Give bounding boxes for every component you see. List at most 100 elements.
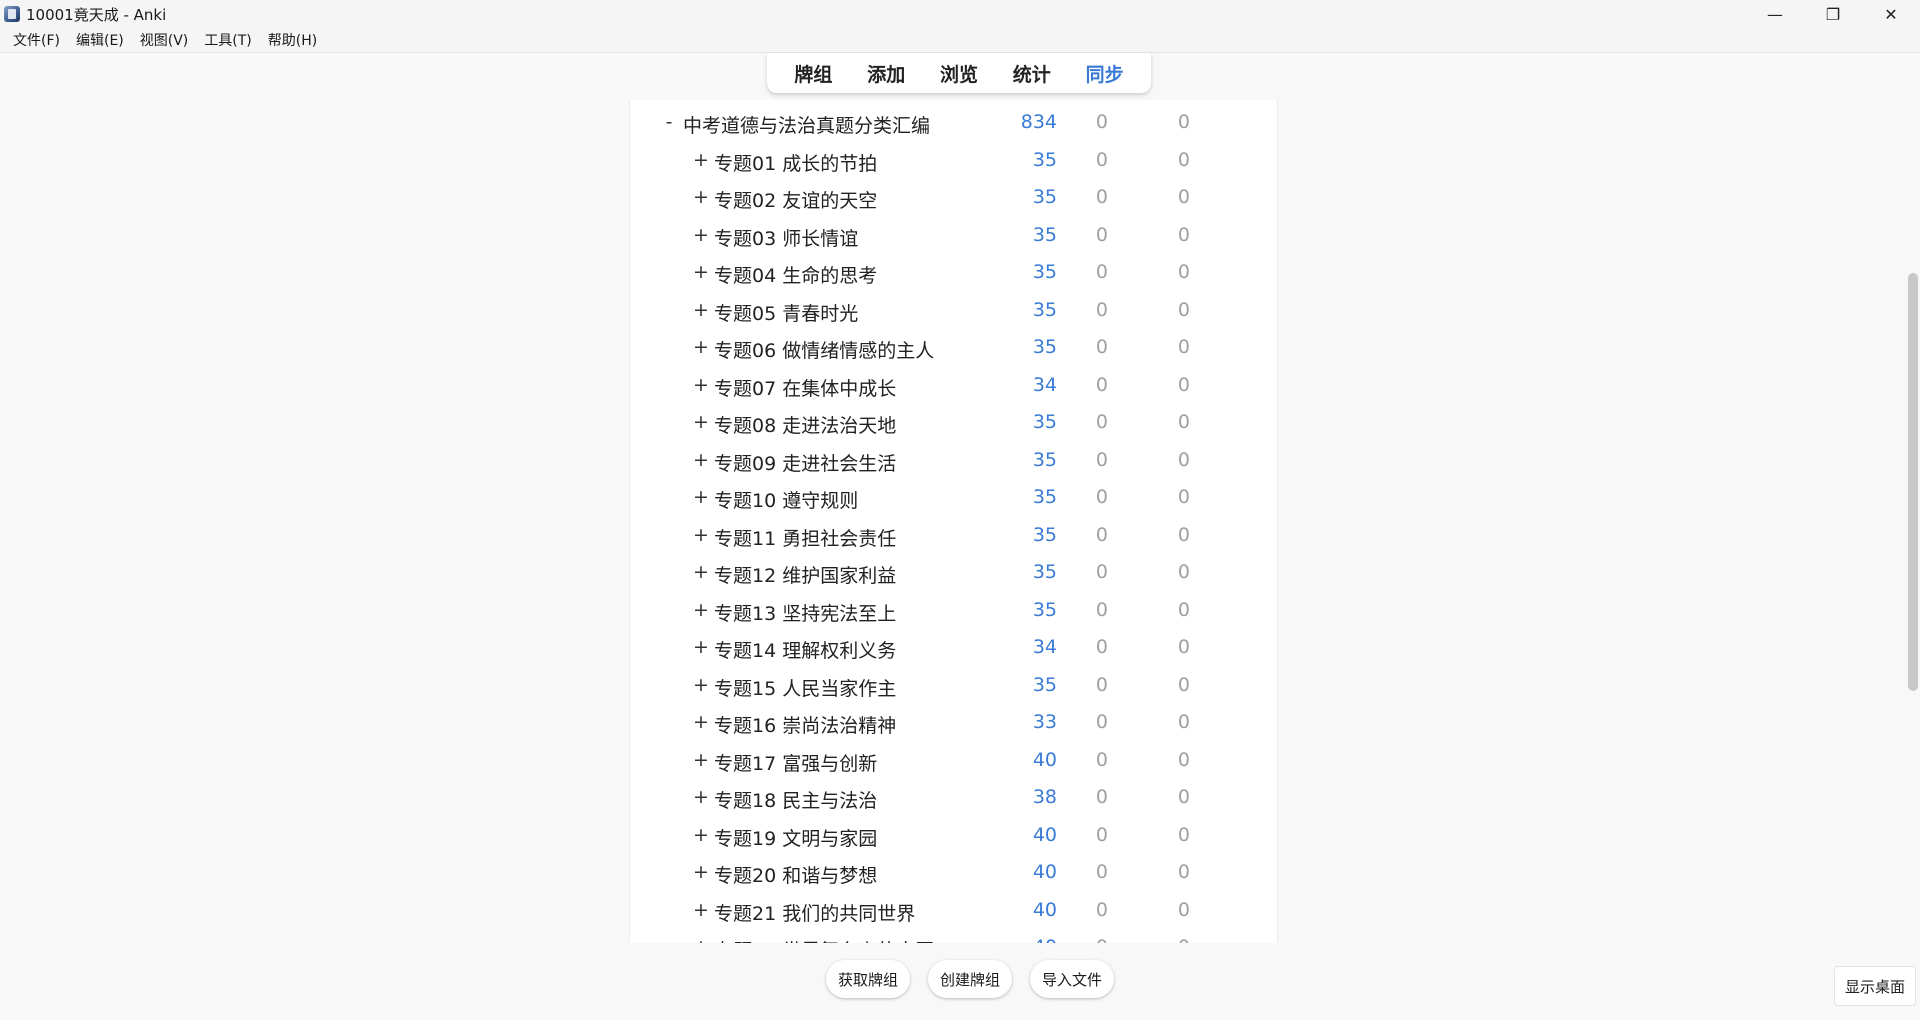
- deck-name[interactable]: 专题21 我们的共同世界: [714, 899, 915, 926]
- expand-toggle[interactable]: +: [693, 599, 709, 621]
- expand-toggle[interactable]: +: [693, 261, 709, 283]
- deck-name[interactable]: 专题13 坚持宪法至上: [714, 599, 896, 626]
- expand-toggle[interactable]: +: [693, 449, 709, 471]
- deck-name[interactable]: 专题22 世界舞台上的中国: [714, 936, 934, 943]
- deck-new-count: 0: [1095, 748, 1108, 771]
- menu-edit[interactable]: 编辑(E): [76, 30, 124, 50]
- deck-row[interactable]: + 专题16 崇尚法治精神 33 0 0: [630, 711, 1277, 749]
- restore-icon[interactable]: ❐: [1804, 0, 1862, 28]
- menu-bar: 文件(F) 编辑(E) 视图(V) 工具(T) 帮助(H): [0, 28, 1920, 52]
- expand-toggle[interactable]: +: [693, 149, 709, 171]
- deck-new-count: 0: [1095, 636, 1108, 658]
- deck-learn-count: 0: [1177, 711, 1190, 733]
- toolbar-decks[interactable]: 牌组: [788, 56, 838, 91]
- deck-row[interactable]: + 专题03 师长情谊 35 0 0: [630, 224, 1277, 262]
- deck-due-count: 40: [1032, 823, 1057, 846]
- expand-toggle[interactable]: +: [693, 374, 709, 396]
- deck-new-count: 0: [1095, 223, 1108, 246]
- deck-row[interactable]: + 专题20 和谐与梦想 40 0 0: [630, 861, 1277, 899]
- deck-name[interactable]: 专题11 勇担社会责任: [714, 524, 896, 551]
- deck-name[interactable]: 专题15 人民当家作主: [714, 674, 896, 701]
- deck-name[interactable]: 专题08 走进法治天地: [714, 411, 896, 438]
- deck-due-count: 38: [1032, 786, 1057, 808]
- expand-toggle[interactable]: +: [693, 936, 709, 943]
- expand-toggle[interactable]: +: [693, 749, 709, 771]
- expand-toggle[interactable]: +: [693, 299, 709, 321]
- deck-name[interactable]: 专题07 在集体中成长: [714, 374, 896, 401]
- deck-name[interactable]: 专题16 崇尚法治精神: [714, 711, 896, 738]
- deck-row[interactable]: + 专题01 成长的节拍 35 0 0: [630, 149, 1277, 187]
- deck-new-count: 0: [1095, 186, 1108, 208]
- deck-name[interactable]: 专题17 富强与创新: [714, 749, 877, 776]
- deck-row[interactable]: + 专题07 在集体中成长 34 0 0: [630, 374, 1277, 412]
- expand-toggle[interactable]: +: [693, 899, 709, 921]
- expand-toggle[interactable]: +: [693, 486, 709, 508]
- collapse-toggle[interactable]: -: [662, 111, 676, 133]
- deck-row[interactable]: + 专题10 遵守规则 35 0 0: [630, 486, 1277, 524]
- deck-name[interactable]: 专题12 维护国家利益: [714, 561, 896, 588]
- deck-name[interactable]: 专题09 走进社会生活: [714, 449, 896, 476]
- expand-toggle[interactable]: +: [693, 636, 709, 658]
- deck-row[interactable]: + 专题02 友谊的天空 35 0 0: [630, 186, 1277, 224]
- import-file-button[interactable]: 导入文件: [1030, 960, 1114, 998]
- deck-name[interactable]: 中考道德与法治真题分类汇编: [683, 111, 930, 138]
- expand-toggle[interactable]: +: [693, 561, 709, 583]
- deck-due-count: 35: [1032, 523, 1057, 546]
- expand-toggle[interactable]: +: [693, 186, 709, 208]
- deck-row[interactable]: + 专题17 富强与创新 40 0 0: [630, 749, 1277, 787]
- scrollbar-thumb[interactable]: [1908, 273, 1918, 691]
- deck-row[interactable]: + 专题13 坚持宪法至上 35 0 0: [630, 599, 1277, 637]
- toolbar-browse[interactable]: 浏览: [934, 56, 984, 91]
- get-shared-decks-button[interactable]: 获取牌组: [826, 960, 910, 998]
- deck-name[interactable]: 专题14 理解权利义务: [714, 636, 896, 663]
- menu-tools[interactable]: 工具(T): [204, 30, 251, 50]
- deck-row[interactable]: + 专题06 做情绪情感的主人 35 0 0: [630, 336, 1277, 374]
- deck-name[interactable]: 专题05 青春时光: [714, 299, 858, 326]
- expand-toggle[interactable]: +: [693, 224, 709, 246]
- deck-row[interactable]: + 专题18 民主与法治 38 0 0: [630, 786, 1277, 824]
- toolbar-add[interactable]: 添加: [861, 56, 911, 91]
- deck-row[interactable]: - 中考道德与法治真题分类汇编 834 0 0: [630, 111, 1277, 149]
- deck-learn-count: 0: [1177, 336, 1190, 358]
- toolbar-stats[interactable]: 统计: [1007, 56, 1057, 91]
- deck-name[interactable]: 专题04 生命的思考: [714, 261, 877, 288]
- minimize-icon[interactable]: —: [1746, 0, 1804, 28]
- deck-name[interactable]: 专题06 做情绪情感的主人: [714, 336, 934, 363]
- deck-row[interactable]: + 专题09 走进社会生活 35 0 0: [630, 449, 1277, 487]
- deck-row[interactable]: + 专题12 维护国家利益 35 0 0: [630, 561, 1277, 599]
- deck-row[interactable]: + 专题14 理解权利义务 34 0 0: [630, 636, 1277, 674]
- deck-name[interactable]: 专题18 民主与法治: [714, 786, 877, 813]
- show-desktop-button[interactable]: 显示桌面: [1834, 966, 1916, 1006]
- menu-view[interactable]: 视图(V): [140, 30, 189, 50]
- deck-row[interactable]: + 专题22 世界舞台上的中国 40 0 0: [630, 936, 1277, 943]
- expand-toggle[interactable]: +: [693, 411, 709, 433]
- expand-toggle[interactable]: +: [693, 711, 709, 733]
- expand-toggle[interactable]: +: [693, 674, 709, 696]
- deck-new-count: 0: [1095, 373, 1108, 396]
- deck-name[interactable]: 专题20 和谐与梦想: [714, 861, 877, 888]
- deck-row[interactable]: + 专题21 我们的共同世界 40 0 0: [630, 899, 1277, 937]
- deck-name[interactable]: 专题19 文明与家园: [714, 824, 877, 851]
- deck-learn-count: 0: [1177, 823, 1190, 846]
- expand-toggle[interactable]: +: [693, 861, 709, 883]
- deck-row[interactable]: + 专题19 文明与家园 40 0 0: [630, 824, 1277, 862]
- deck-learn-count: 0: [1177, 861, 1190, 883]
- deck-row[interactable]: + 专题08 走进法治天地 35 0 0: [630, 411, 1277, 449]
- menu-file[interactable]: 文件(F): [13, 30, 60, 50]
- expand-toggle[interactable]: +: [693, 524, 709, 546]
- deck-row[interactable]: + 专题04 生命的思考 35 0 0: [630, 261, 1277, 299]
- close-icon[interactable]: ✕: [1862, 0, 1920, 28]
- expand-toggle[interactable]: +: [693, 824, 709, 846]
- deck-row[interactable]: + 专题05 青春时光 35 0 0: [630, 299, 1277, 337]
- create-deck-button[interactable]: 创建牌组: [928, 960, 1012, 998]
- expand-toggle[interactable]: +: [693, 786, 709, 808]
- deck-name[interactable]: 专题10 遵守规则: [714, 486, 858, 513]
- deck-name[interactable]: 专题03 师长情谊: [714, 224, 858, 251]
- toolbar-sync[interactable]: 同步: [1080, 56, 1130, 91]
- menu-help[interactable]: 帮助(H): [268, 30, 317, 50]
- expand-toggle[interactable]: +: [693, 336, 709, 358]
- deck-row[interactable]: + 专题15 人民当家作主 35 0 0: [630, 674, 1277, 712]
- deck-row[interactable]: + 专题11 勇担社会责任 35 0 0: [630, 524, 1277, 562]
- deck-name[interactable]: 专题02 友谊的天空: [714, 186, 877, 213]
- deck-name[interactable]: 专题01 成长的节拍: [714, 149, 877, 176]
